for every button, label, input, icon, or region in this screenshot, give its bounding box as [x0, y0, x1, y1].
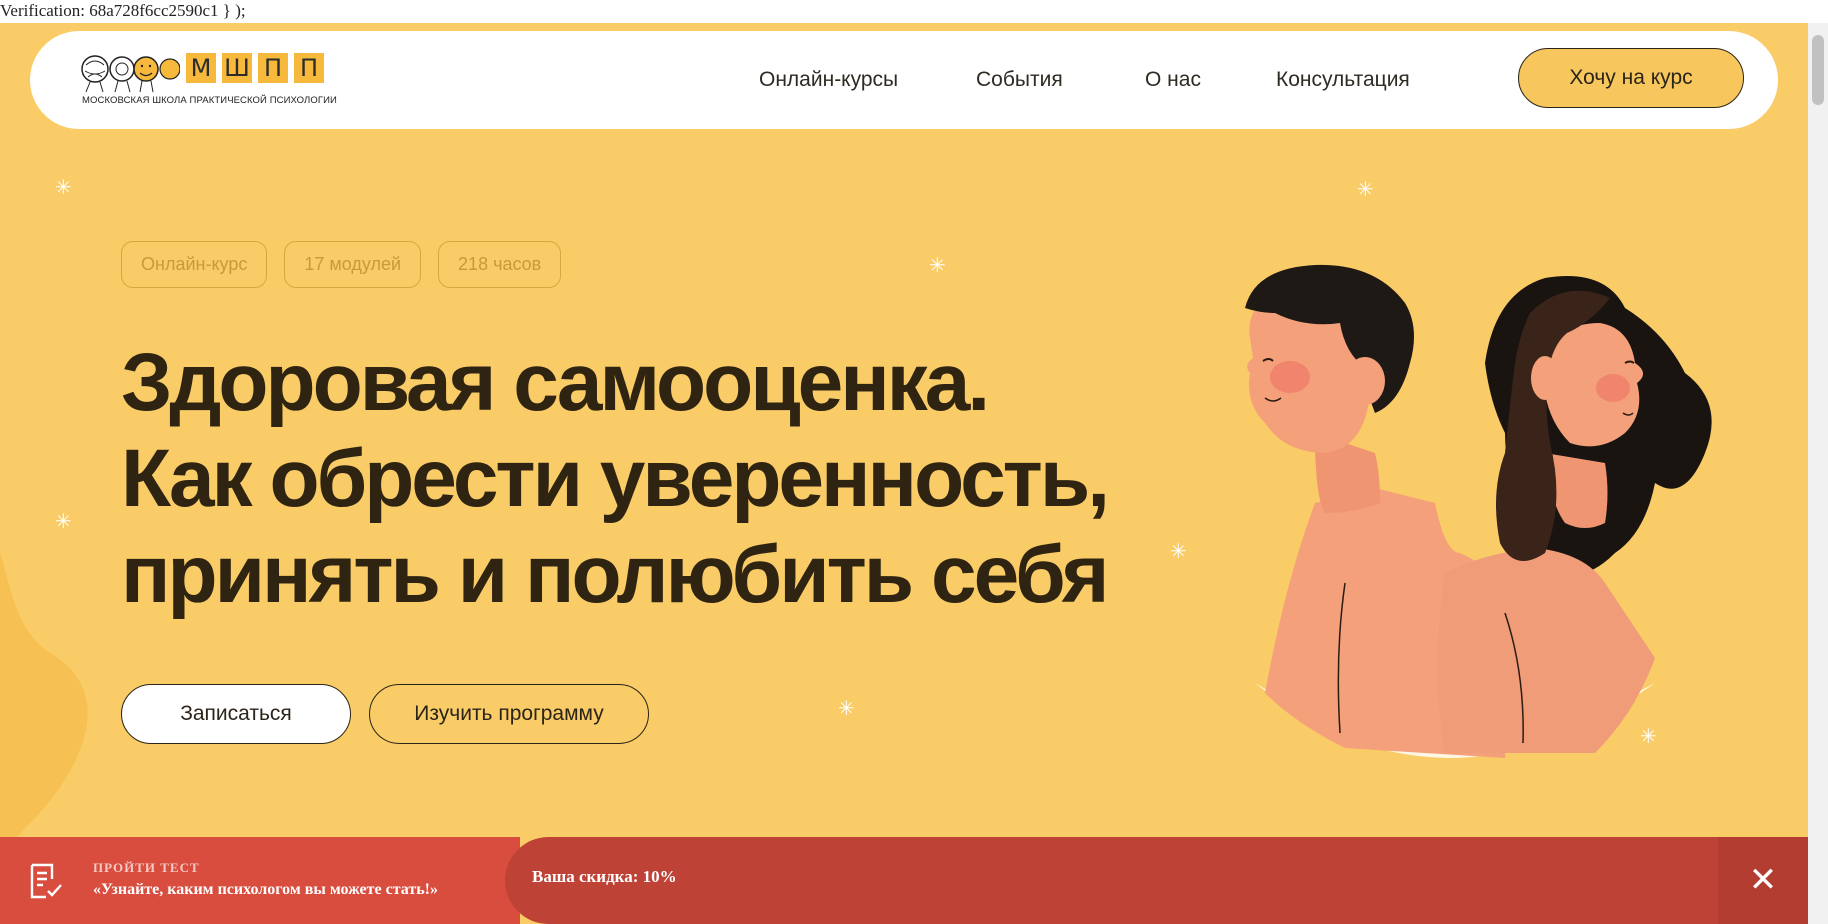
logo-faces-icon	[81, 55, 180, 93]
tag-modules: 17 модулей	[284, 241, 422, 288]
logo-letters: М Ш П П	[186, 53, 324, 83]
nav-online-courses[interactable]: Онлайн-курсы	[759, 31, 898, 129]
sparkle-icon: ✳	[1357, 177, 1374, 201]
tag-hours: 218 часов	[438, 241, 562, 288]
nav-about[interactable]: О нас	[1145, 31, 1201, 129]
couple-illustration	[1245, 264, 1712, 758]
sparkle-icon: ✳	[1170, 539, 1187, 563]
promo-left-panel: ПРОЙТИ ТЕСТ «Узнайте, каким психологом в…	[0, 837, 520, 924]
promo-discount-panel	[505, 837, 1718, 924]
test-promo-bar[interactable]: ПРОЙТИ ТЕСТ «Узнайте, каким психологом в…	[0, 837, 1808, 924]
nav-events[interactable]: События	[976, 31, 1063, 129]
promo-kicker: ПРОЙТИ ТЕСТ	[93, 860, 200, 875]
nav-consultation[interactable]: Консультация	[1276, 31, 1410, 129]
promo-discount: Ваша скидка: 10%	[532, 867, 677, 886]
site-header: М Ш П П Московская школа практической пс…	[30, 31, 1778, 129]
test-checklist-icon	[30, 863, 62, 899]
want-course-button[interactable]: Хочу на курс	[1518, 48, 1744, 108]
close-icon[interactable]: ✕	[1718, 837, 1808, 924]
verification-text: Verification: 68a728f6cc2590c1 } );	[0, 1, 246, 20]
sparkle-icon: ✳	[838, 696, 855, 720]
title-line: принять и полюбить себя	[121, 529, 1110, 620]
promo-text: «Узнайте, каким психологом вы можете ста…	[93, 881, 438, 898]
course-tags: Онлайн-курс 17 модулей 218 часов	[121, 241, 562, 288]
title-line: Здоровая самооценка.	[121, 337, 990, 428]
explore-program-button[interactable]: Изучить программу	[369, 684, 649, 744]
school-logo[interactable]: М Ш П П Московская школа практической пс…	[80, 51, 337, 111]
tag-format: Онлайн-курс	[121, 241, 268, 288]
title-line: Как обрести уверенность,	[121, 433, 1110, 524]
logo-letter: М	[186, 53, 216, 83]
logo-tagline: Московская школа практической психологии	[82, 95, 337, 106]
logo-letter: П	[258, 53, 288, 83]
enroll-button[interactable]: Записаться	[121, 684, 351, 744]
scrollbar-thumb[interactable]	[1812, 35, 1824, 105]
page: ✳ ✳ ✳ ✳ ✳ ✳ ✳ М Ш П П Московс	[0, 23, 1808, 924]
logo-letter: Ш	[222, 53, 252, 83]
sparkle-icon: ✳	[55, 175, 72, 199]
logo-letter: П	[294, 53, 324, 83]
page-title: Здоровая самооценка. Как обрести уверенн…	[121, 335, 1110, 623]
sparkle-icon: ✳	[55, 509, 72, 533]
sparkle-icon: ✳	[929, 253, 946, 277]
scrollbar[interactable]	[1808, 23, 1828, 924]
